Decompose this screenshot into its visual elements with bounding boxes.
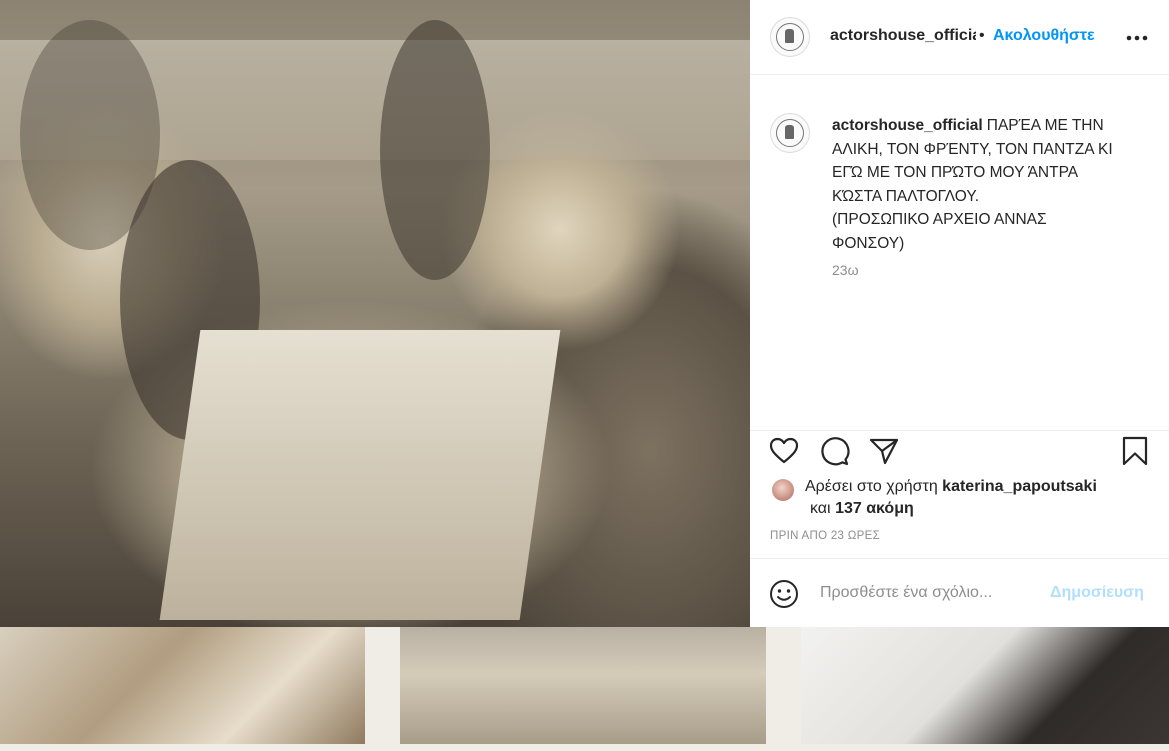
liker-username-link[interactable]: katerina_papoutsaki <box>942 478 1097 495</box>
caption-line: ΠΑΡΈΑ ΜΕ ΤΗΝ <box>986 117 1104 134</box>
likes-and: και <box>810 500 831 517</box>
comment-icon[interactable] <box>818 435 850 467</box>
likes-summary: Αρέσει στο χρήστη katerina_papoutsaki κα… <box>750 476 1169 522</box>
photo-shadow-detail <box>380 20 490 280</box>
caption-line: ΦΟΝΣΟΥ) <box>832 234 905 252</box>
emoji-icon[interactable] <box>768 578 800 610</box>
follow-separator: • <box>979 27 985 44</box>
post-photo[interactable] <box>0 0 750 627</box>
more-horizontal-icon[interactable] <box>1122 20 1152 50</box>
post-actions-bar <box>750 430 1169 471</box>
bookmark-icon[interactable] <box>1119 435 1151 467</box>
username-link[interactable]: actorshouse_official <box>830 27 976 45</box>
profile-avatar[interactable] <box>770 17 810 57</box>
caption-line: ΑΛΙΚΗ, ΤΟΝ ΦΡΈΝΤΥ, ΤΟΝ ΠΑΝΤΖΑ ΚΙ <box>832 140 1113 158</box>
related-post-thumbnail[interactable] <box>801 627 1169 744</box>
liker-avatar[interactable] <box>772 479 794 501</box>
caption-line: (ΠΡΟΣΩΠΙΚΟ ΑΡΧΕΙΟ ΑΝΝΑΣ <box>832 211 1047 228</box>
related-post-thumbnail[interactable] <box>400 627 766 744</box>
post-header: actorshouse_official • Ακολουθήστε <box>750 0 1169 75</box>
caption-time[interactable]: 23ω <box>832 262 859 278</box>
logo-emblem-icon <box>776 119 804 147</box>
caption-text: actorshouse_official ΠΑΡΈΑ ΜΕ ΤΗΝ ΑΛΙΚΗ, … <box>832 114 1152 255</box>
caption-avatar[interactable] <box>770 113 810 153</box>
comment-form: Προσθέστε ένα σχόλιο... Δημοσίευση <box>750 558 1169 628</box>
heart-icon[interactable] <box>768 435 800 467</box>
logo-emblem-icon <box>776 23 804 51</box>
post-side-panel: actorshouse_official • Ακολουθήστε actor… <box>750 0 1169 627</box>
follow-button[interactable]: Ακολουθήστε <box>993 27 1095 45</box>
comment-input[interactable]: Προσθέστε ένα σχόλιο... <box>820 584 1060 602</box>
related-post-thumbnail[interactable] <box>0 627 365 744</box>
post-comment-button[interactable]: Δημοσίευση <box>1050 584 1144 602</box>
caption-line: ΕΓΏ ΜΕ ΤΟΝ ΠΡΏΤΟ ΜΟΥ ΆΝΤΡΑ <box>832 164 1079 181</box>
caption-username-link[interactable]: actorshouse_official <box>832 117 983 134</box>
likes-count-link[interactable]: 137 ακόμη <box>835 500 914 517</box>
caption-line: ΚΏΣΤΑ ΠΑΛΤΟΓΛΟΥ. <box>832 187 980 205</box>
post-timestamp[interactable]: ΠΡΙΝ ΑΠΟ 23 ΩΡΕΣ <box>770 530 880 542</box>
photo-tablecloth-detail <box>159 330 561 620</box>
likes-prefix: Αρέσει στο χρήστη <box>805 478 938 495</box>
share-icon[interactable] <box>868 435 900 467</box>
